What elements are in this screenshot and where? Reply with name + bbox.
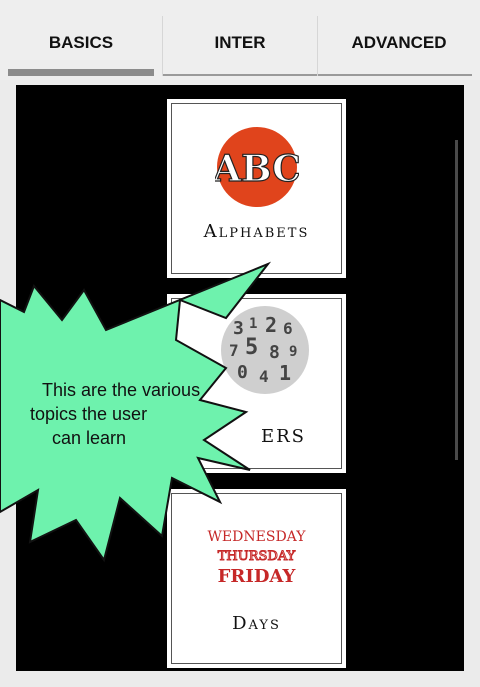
tab-bar: BASICS INTER ADVANCED [0, 0, 480, 80]
tab-basics-indicator [8, 69, 154, 76]
days-icon-line: FRIDAY [217, 566, 296, 587]
numbers-icon: 31 26 75 89 04 1 [221, 306, 309, 394]
days-icon-line: THURSDAY [217, 549, 296, 565]
tab-advanced-label: ADVANCED [351, 33, 447, 52]
svg-text:0: 0 [237, 362, 248, 383]
svg-text:8: 8 [269, 342, 280, 363]
callout-text-line: can learn [52, 428, 127, 448]
days-icon: WEDNESDAY THURSDAY FRIDAY [199, 527, 314, 587]
tab-inter-indicator [163, 74, 317, 76]
abc-icon-text: ABC [215, 148, 299, 190]
svg-text:5: 5 [245, 335, 258, 360]
tab-inter[interactable]: INTER [163, 0, 317, 80]
svg-text:3: 3 [233, 318, 244, 339]
callout-text-line: This are the various [42, 380, 201, 400]
abc-icon: ABC [215, 127, 299, 207]
topic-card-days[interactable]: WEDNESDAY THURSDAY FRIDAY Days [167, 489, 346, 668]
svg-text:9: 9 [289, 344, 297, 360]
tab-basics[interactable]: BASICS [0, 0, 162, 80]
topic-card-alphabets[interactable]: ABC Alphabets [167, 99, 346, 278]
svg-text:7: 7 [229, 341, 239, 360]
svg-text:1: 1 [279, 361, 291, 385]
svg-text:1: 1 [249, 316, 257, 332]
scrollbar[interactable] [455, 140, 458, 460]
days-icon-line: WEDNESDAY [207, 529, 306, 545]
svg-text:2: 2 [265, 313, 277, 337]
tab-basics-label: BASICS [48, 33, 114, 52]
topic-title: Alphabets [203, 221, 310, 242]
topic-title: ERS [260, 426, 306, 447]
tab-inter-label: INTER [214, 33, 266, 52]
svg-text:4: 4 [259, 367, 269, 386]
tab-advanced[interactable]: ADVANCED [318, 0, 480, 80]
topic-title: Days [232, 613, 281, 634]
svg-text:6: 6 [283, 319, 293, 338]
tab-advanced-indicator [318, 74, 472, 76]
callout-text-line: topics the user [30, 404, 148, 424]
